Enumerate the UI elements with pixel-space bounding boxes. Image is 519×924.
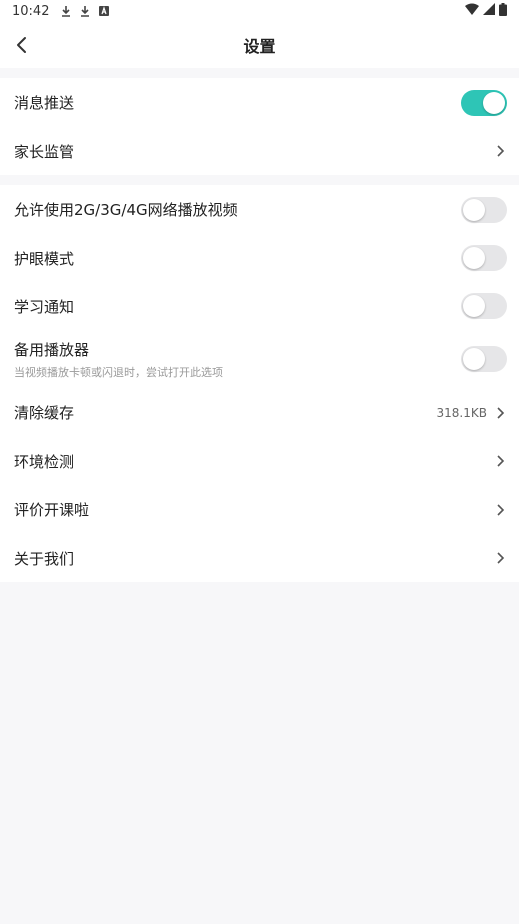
toggle-knob (483, 91, 505, 114)
push-messages-toggle[interactable] (461, 89, 507, 116)
row-eye-care-mode[interactable]: 护眼模式 (0, 234, 519, 282)
eye-care-mode-toggle[interactable] (461, 245, 507, 271)
row-label: 关于我们 (14, 549, 75, 568)
row-about-us[interactable]: 关于我们 (0, 534, 519, 582)
toggle-knob (463, 348, 485, 370)
row-backup-player[interactable]: 备用播放器 当视频播放卡顿或闪退时，尝试打开此选项 (0, 330, 519, 388)
row-label: 环境检测 (14, 452, 75, 471)
row-label: 允许使用2G/3G/4G网络播放视频 (14, 201, 238, 219)
chevron-right-icon (493, 503, 507, 517)
row-clear-cache[interactable]: 清除缓存 318.1KB (0, 388, 519, 437)
cache-size-value: 318.1KB (436, 405, 487, 420)
chevron-right-icon (493, 454, 507, 468)
row-label: 护眼模式 (14, 249, 75, 268)
settings-group-general: 允许使用2G/3G/4G网络播放视频 护眼模式 学习通知 备用播放器 当视频播放… (0, 185, 519, 582)
chevron-right-icon (493, 144, 507, 158)
row-label: 清除缓存 (14, 404, 75, 422)
row-label: 学习通知 (14, 297, 75, 316)
toggle-knob (463, 295, 485, 317)
row-label: 消息推送 (14, 94, 75, 112)
row-label: 备用播放器 (14, 340, 90, 359)
download-icon (78, 4, 92, 18)
settings-group-notifications: 消息推送 家长监管 (0, 78, 519, 175)
battery-icon (499, 2, 507, 20)
backup-player-toggle[interactable] (461, 346, 507, 372)
back-button[interactable] (8, 31, 36, 59)
study-notifications-toggle[interactable] (461, 293, 507, 319)
row-parental-control[interactable]: 家长监管 (0, 127, 519, 175)
row-label: 评价开课啦 (14, 501, 90, 519)
row-push-messages[interactable]: 消息推送 (0, 78, 519, 127)
chevron-right-icon (493, 406, 507, 420)
row-rate-app[interactable]: 评价开课啦 (0, 485, 519, 534)
download-icon (59, 4, 73, 18)
row-study-notifications[interactable]: 学习通知 (0, 282, 519, 330)
page-title: 设置 (243, 37, 276, 56)
chevron-right-icon (493, 551, 507, 565)
row-mobile-network-video[interactable]: 允许使用2G/3G/4G网络播放视频 (0, 185, 519, 234)
toggle-knob (463, 247, 485, 269)
row-subtext: 当视频播放卡顿或闪退时，尝试打开此选项 (14, 365, 223, 379)
row-environment-check[interactable]: 环境检测 (0, 437, 519, 485)
mobile-network-video-toggle[interactable] (461, 196, 507, 223)
status-bar: 10:42 (0, 0, 519, 22)
app-notification-icon (97, 4, 111, 18)
app-bar: 设置 (0, 22, 519, 68)
status-time: 10:42 (12, 3, 50, 19)
back-arrow-icon (17, 37, 26, 53)
wifi-icon (465, 3, 479, 19)
signal-icon (483, 3, 495, 19)
row-label: 家长监管 (14, 142, 75, 161)
toggle-knob (463, 198, 485, 221)
